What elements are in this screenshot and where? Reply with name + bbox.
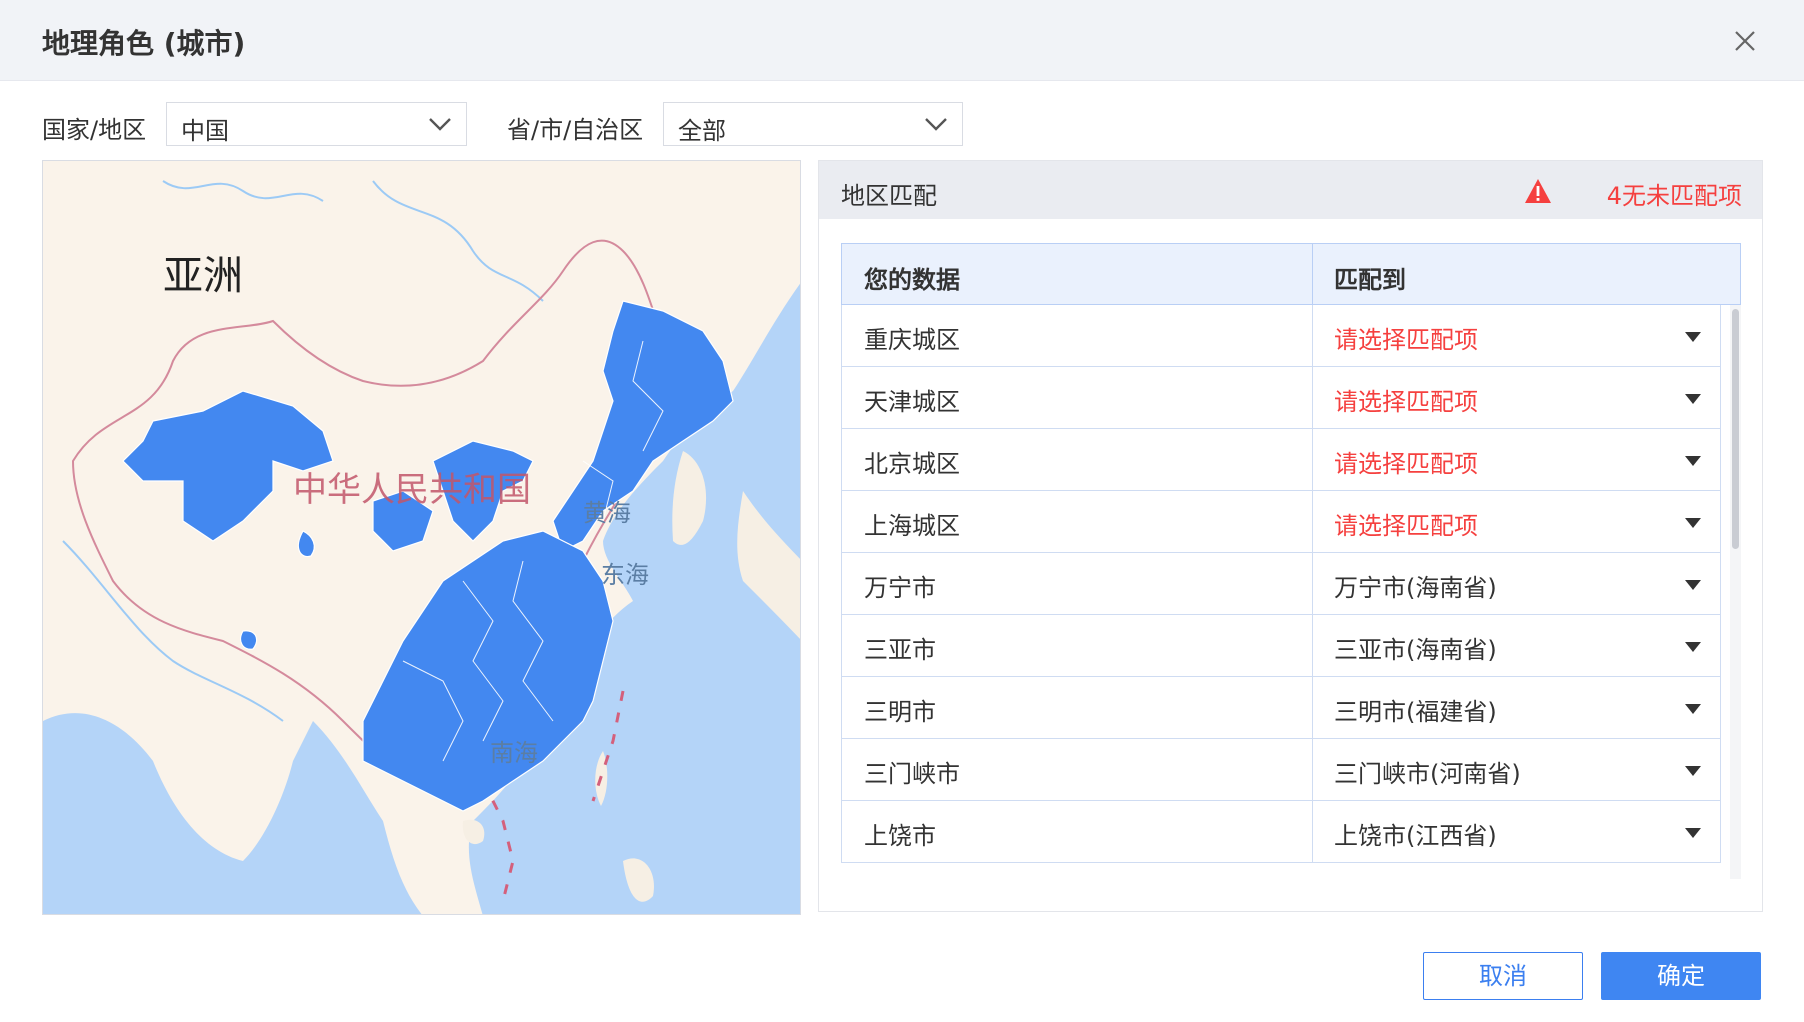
chevron-down-icon: [925, 118, 947, 131]
caret-down-icon[interactable]: [1684, 579, 1702, 591]
cell-divider: [1312, 553, 1313, 615]
row-match-select[interactable]: 请选择匹配项: [1334, 506, 1478, 541]
row-match-select[interactable]: 万宁市(海南省): [1334, 568, 1497, 603]
table-body: 重庆城区 请选择匹配项 天津城区 请选择匹配项 北京城区 请选择匹配项 上海城区 请选择匹配项…: [841, 305, 1721, 879]
table-row: 三亚市 三亚市(海南省): [841, 615, 1721, 677]
row-data-name: 重庆城区: [864, 326, 960, 354]
cell-divider: [1312, 305, 1313, 367]
table-row: 三门峡市 三门峡市(河南省): [841, 739, 1721, 801]
table-row: 天津城区 请选择匹配项: [841, 367, 1721, 429]
row-match-select[interactable]: 三明市(福建省): [1334, 692, 1497, 727]
table-row: 重庆城区 请选择匹配项: [841, 305, 1721, 367]
province-select-value: 全部: [678, 117, 726, 145]
panel-header: 地区匹配 4无未匹配项: [819, 161, 1762, 219]
row-data-name: 上海城区: [864, 512, 960, 540]
country-select-value: 中国: [181, 117, 229, 145]
cell-divider: [1312, 677, 1313, 739]
map-sea-label: 黄海: [583, 499, 631, 527]
table-row: 三明市 三明市(福建省): [841, 677, 1721, 739]
country-label: 国家/地区: [42, 116, 147, 144]
warning-text: 4无未匹配项: [1606, 182, 1742, 210]
cell-divider: [1312, 429, 1313, 491]
cell-divider: [1312, 367, 1313, 429]
row-match-select[interactable]: 请选择匹配项: [1334, 320, 1478, 355]
warning-icon: [1525, 179, 1551, 203]
province-label: 省/市/自治区: [507, 116, 644, 144]
row-match-select[interactable]: 三门峡市(河南省): [1334, 754, 1521, 789]
scrollbar-thumb[interactable]: [1732, 309, 1739, 549]
caret-down-icon[interactable]: [1684, 517, 1702, 529]
row-data-name: 三门峡市: [864, 760, 960, 788]
table-row: 北京城区 请选择匹配项: [841, 429, 1721, 491]
confirm-button[interactable]: 确定: [1601, 952, 1761, 1000]
column-header-data: 您的数据: [864, 266, 960, 294]
map-country-label: 中华人民共和国: [293, 470, 531, 510]
cancel-button[interactable]: 取消: [1423, 952, 1583, 1000]
row-match-select[interactable]: 三亚市(海南省): [1334, 630, 1497, 665]
row-match-select[interactable]: 上饶市(江西省): [1334, 816, 1497, 851]
table-row: 万宁市 万宁市(海南省): [841, 553, 1721, 615]
province-select[interactable]: 全部: [663, 102, 963, 146]
table-header: 您的数据 匹配到: [841, 243, 1741, 305]
geo-role-dialog: 地理角色 (城市) 国家/地区 中国 省/市/自治区 全部 亚洲 中华人民共和国…: [0, 0, 1804, 1022]
map-view[interactable]: 亚洲 中华人民共和国 黄海 东海 南海: [42, 160, 801, 915]
caret-down-icon[interactable]: [1684, 393, 1702, 405]
row-match-select[interactable]: 请选择匹配项: [1334, 382, 1478, 417]
map-sea-label: 东海: [601, 561, 649, 589]
row-data-name: 上饶市: [864, 822, 936, 850]
country-select[interactable]: 中国: [166, 102, 467, 146]
cell-divider: [1312, 615, 1313, 677]
row-data-name: 北京城区: [864, 450, 960, 478]
map-sea-label: 南海: [490, 739, 538, 767]
dialog-title: 地理角色 (城市): [42, 27, 246, 60]
caret-down-icon[interactable]: [1684, 455, 1702, 467]
caret-down-icon[interactable]: [1684, 703, 1702, 715]
map-continent-label: 亚洲: [163, 253, 243, 299]
table-row: 上饶市 上饶市(江西省): [841, 801, 1721, 863]
panel-title: 地区匹配: [841, 182, 937, 210]
row-data-name: 三亚市: [864, 636, 936, 664]
caret-down-icon[interactable]: [1684, 827, 1702, 839]
cell-divider: [1312, 739, 1313, 801]
caret-down-icon[interactable]: [1684, 331, 1702, 343]
chevron-down-icon: [429, 118, 451, 131]
row-match-select[interactable]: 请选择匹配项: [1334, 444, 1478, 479]
row-data-name: 天津城区: [864, 388, 960, 416]
column-divider: [1312, 244, 1313, 304]
row-data-name: 万宁市: [864, 574, 936, 602]
caret-down-icon[interactable]: [1684, 765, 1702, 777]
region-match-panel: 地区匹配 4无未匹配项 您的数据 匹配到 重庆城区 请选择匹配项 天津城区 请选择匹配…: [818, 160, 1763, 912]
close-icon[interactable]: [1728, 24, 1762, 58]
table-row: 上海城区 请选择匹配项: [841, 491, 1721, 553]
column-header-match: 匹配到: [1334, 266, 1406, 294]
cell-divider: [1312, 801, 1313, 863]
dialog-header: 地理角色 (城市): [0, 0, 1804, 81]
caret-down-icon[interactable]: [1684, 641, 1702, 653]
table-scrollbar[interactable]: [1730, 305, 1741, 879]
row-data-name: 三明市: [864, 698, 936, 726]
match-table: 您的数据 匹配到 重庆城区 请选择匹配项 天津城区 请选择匹配项 北京城区 请选择匹配项上…: [841, 243, 1741, 879]
cell-divider: [1312, 491, 1313, 553]
